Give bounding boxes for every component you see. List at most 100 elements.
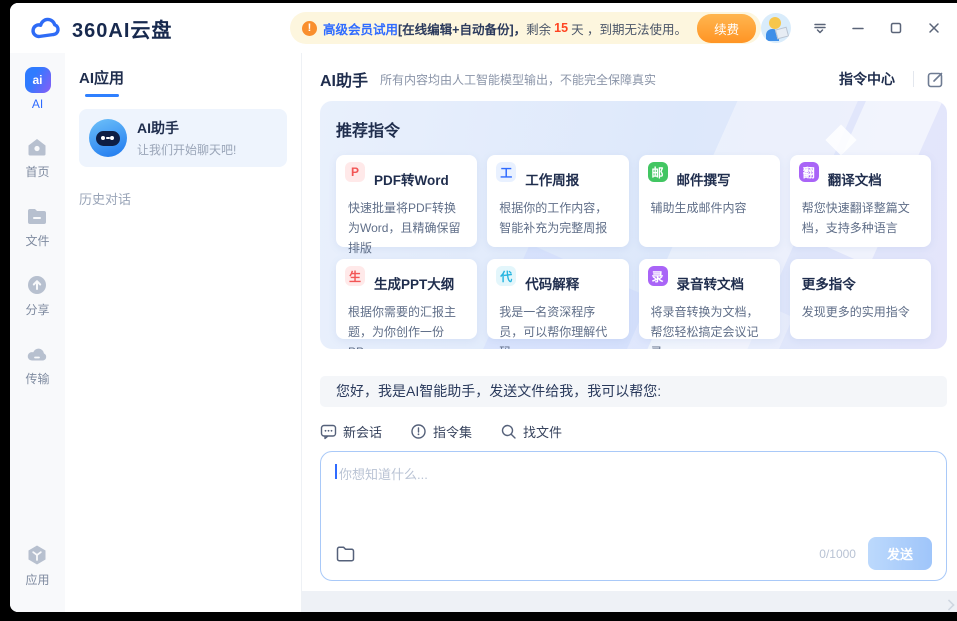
alert-icon: !	[302, 21, 317, 36]
search-icon	[500, 423, 517, 440]
rail-item-home[interactable]: 首页	[25, 135, 49, 180]
minimize-button[interactable]	[849, 19, 867, 37]
text-cursor	[335, 464, 337, 479]
panel-tab-ai-apps[interactable]: AI应用	[79, 67, 287, 97]
command-cards-grid: P PDF转Word 快速批量将PDF转换为Word，且精确保留排版 工 工作周…	[336, 155, 931, 339]
rail-item-ai[interactable]: ai AI	[25, 67, 51, 111]
app-logo: 360AI云盘	[10, 14, 290, 43]
history-section-label[interactable]: 历史对话	[79, 189, 287, 208]
send-button[interactable]: 发送	[868, 537, 932, 570]
recommend-title: 推荐指令	[336, 117, 931, 141]
rail-item-label: 应用	[25, 571, 49, 588]
assistant-list-item[interactable]: AI助手 让我们开始聊天吧!	[79, 109, 287, 167]
rail-item-files[interactable]: 文件	[25, 204, 49, 249]
new-chat-edit-button[interactable]	[924, 68, 947, 91]
command-card-translate-doc[interactable]: 翻 翻译文档 帮您快速翻译整篇文档，支持多种语言	[790, 155, 931, 247]
active-tab-indicator	[85, 94, 119, 97]
quick-action-label: 找文件	[523, 422, 562, 441]
card-badge: 代	[496, 266, 516, 286]
renew-button[interactable]: 续费	[697, 14, 756, 43]
assistant-greeting: 您好，我是AI智能助手，发送文件给我，我可以帮您:	[320, 376, 947, 407]
robot-eyes-shape	[101, 136, 105, 140]
card-description: 我是一名资深程序员，可以帮你理解代码	[499, 303, 618, 349]
assistant-texts: AI助手 让我们开始聊天吧!	[137, 118, 236, 158]
page-title: AI助手	[320, 67, 368, 91]
cloud-logo-icon	[30, 15, 64, 41]
robot-mouth-shape	[106, 137, 110, 139]
instruction-set-button[interactable]: 指令集	[410, 422, 472, 441]
new-session-button[interactable]: 新会话	[320, 422, 382, 441]
avatar-page-shape	[775, 27, 789, 40]
rail-item-label: AI	[32, 97, 43, 111]
rail-item-apps[interactable]: 应用	[25, 543, 49, 588]
attach-file-button[interactable]	[335, 544, 356, 563]
find-file-button[interactable]: 找文件	[500, 422, 562, 441]
command-card-code-explain[interactable]: 代 代码解释 我是一名资深程序员，可以帮你理解代码	[487, 259, 628, 339]
quick-actions-bar: 新会话 指令集 找文件	[320, 418, 947, 444]
card-badge: 生	[345, 266, 365, 286]
app-window: 360AI云盘 ! 高级会员试用 [在线编辑+自动备份]， 剩余 15 天 ，到…	[10, 3, 957, 612]
message-input[interactable]: 你想知道什么...	[335, 464, 932, 537]
card-description: 快速批量将PDF转换为Word，且精确保留排版	[348, 199, 467, 258]
composer-footer: 0/1000 发送	[335, 537, 932, 570]
attach-folder-icon	[335, 544, 356, 563]
rail-item-transfer[interactable]: 传输	[25, 342, 49, 387]
rail-item-label: 文件	[25, 232, 49, 249]
card-title: PDF转Word	[374, 169, 467, 189]
banner-feature-text: [在线编辑+自动备份]，	[398, 19, 526, 38]
card-description: 发现更多的实用指令	[802, 303, 921, 323]
main-header: AI助手 所有内容均由人工智能模型输出，不能完全保障真实 指令中心	[320, 62, 947, 96]
user-avatar[interactable]	[761, 13, 791, 43]
main-content: AI助手 所有内容均由人工智能模型输出，不能完全保障真实 指令中心 推荐指令	[302, 53, 957, 612]
command-card-pdf-to-word[interactable]: P PDF转Word 快速批量将PDF转换为Word，且精确保留排版	[336, 155, 477, 247]
desktop-background: 360AI云盘 ! 高级会员试用 [在线编辑+自动备份]， 剩余 15 天 ，到…	[0, 0, 957, 621]
resize-grip[interactable]	[943, 599, 954, 610]
card-title: 录音转文档	[677, 273, 770, 293]
command-card-weekly-report[interactable]: 工 工作周报 根据你的工作内容，智能补充为完整周报	[487, 155, 628, 247]
panel-title: AI应用	[79, 70, 124, 87]
membership-banner: ! 高级会员试用 [在线编辑+自动备份]， 剩余 15 天 ，到期无法使用。 续…	[290, 12, 761, 44]
rail-item-share[interactable]: 分享	[25, 273, 49, 318]
input-placeholder: 你想知道什么...	[339, 464, 428, 483]
nav-rail: ai AI 首页 文件	[10, 53, 65, 612]
rail-item-label: 首页	[25, 163, 49, 180]
card-title: 邮件撰写	[677, 169, 770, 189]
ai-apps-panel: AI应用 AI助手 让我们开始聊天吧! 历史对话	[65, 53, 302, 612]
window-body: ai AI 首页 文件	[10, 53, 957, 612]
command-card-audio-to-doc[interactable]: 录 录音转文档 将录音转换为文档，帮您轻松搞定会议记录	[639, 259, 780, 339]
card-description: 辅助生成邮件内容	[651, 199, 770, 219]
assistant-avatar	[89, 119, 127, 157]
card-title: 更多指令	[802, 273, 921, 293]
recommend-panel: 推荐指令 P PDF转Word 快速批量将PDF转换为Word，且精确保留排版 …	[320, 101, 947, 349]
status-footer	[302, 591, 957, 612]
card-title: 代码解释	[525, 273, 618, 293]
char-counter: 0/1000	[819, 547, 856, 561]
card-description: 帮您快速翻译整篇文档，支持多种语言	[802, 199, 921, 239]
assistant-subtitle: 让我们开始聊天吧!	[137, 141, 236, 158]
close-button[interactable]	[925, 19, 943, 37]
maximize-button[interactable]	[887, 19, 905, 37]
command-center-button[interactable]: 指令中心	[831, 65, 903, 93]
ai-disclaimer: 所有内容均由人工智能模型输出，不能完全保障真实	[380, 71, 656, 88]
command-card-ppt-outline[interactable]: 生 生成PPT大纲 根据你需要的汇报主题，为你创作一份PP...	[336, 259, 477, 339]
quick-action-label: 指令集	[433, 422, 472, 441]
card-badge: P	[345, 162, 365, 182]
folder-icon	[25, 204, 49, 228]
mini-mode-icon[interactable]	[811, 19, 829, 37]
card-title: 生成PPT大纲	[374, 273, 467, 293]
edit-icon	[926, 70, 945, 89]
title-bar: 360AI云盘 ! 高级会员试用 [在线编辑+自动备份]， 剩余 15 天 ，到…	[10, 3, 957, 53]
assistant-name: AI助手	[137, 118, 236, 138]
banner-suffix-text: 天 ，到期无法使用。	[571, 19, 687, 38]
robot-face-shape	[96, 131, 120, 146]
command-card-email-writing[interactable]: 邮 邮件撰写 辅助生成邮件内容	[639, 155, 780, 247]
quick-action-label: 新会话	[343, 422, 382, 441]
command-card-more[interactable]: 更多指令 发现更多的实用指令	[790, 259, 931, 339]
banner-highlight: 高级会员试用	[323, 19, 398, 38]
card-description: 根据你的工作内容，智能补充为完整周报	[499, 199, 618, 239]
message-composer[interactable]: 你想知道什么... 0/1000 发送	[320, 451, 947, 581]
share-icon	[25, 273, 49, 297]
card-badge: 录	[648, 266, 668, 286]
card-badge: 工	[496, 162, 516, 182]
window-actions	[761, 13, 957, 43]
